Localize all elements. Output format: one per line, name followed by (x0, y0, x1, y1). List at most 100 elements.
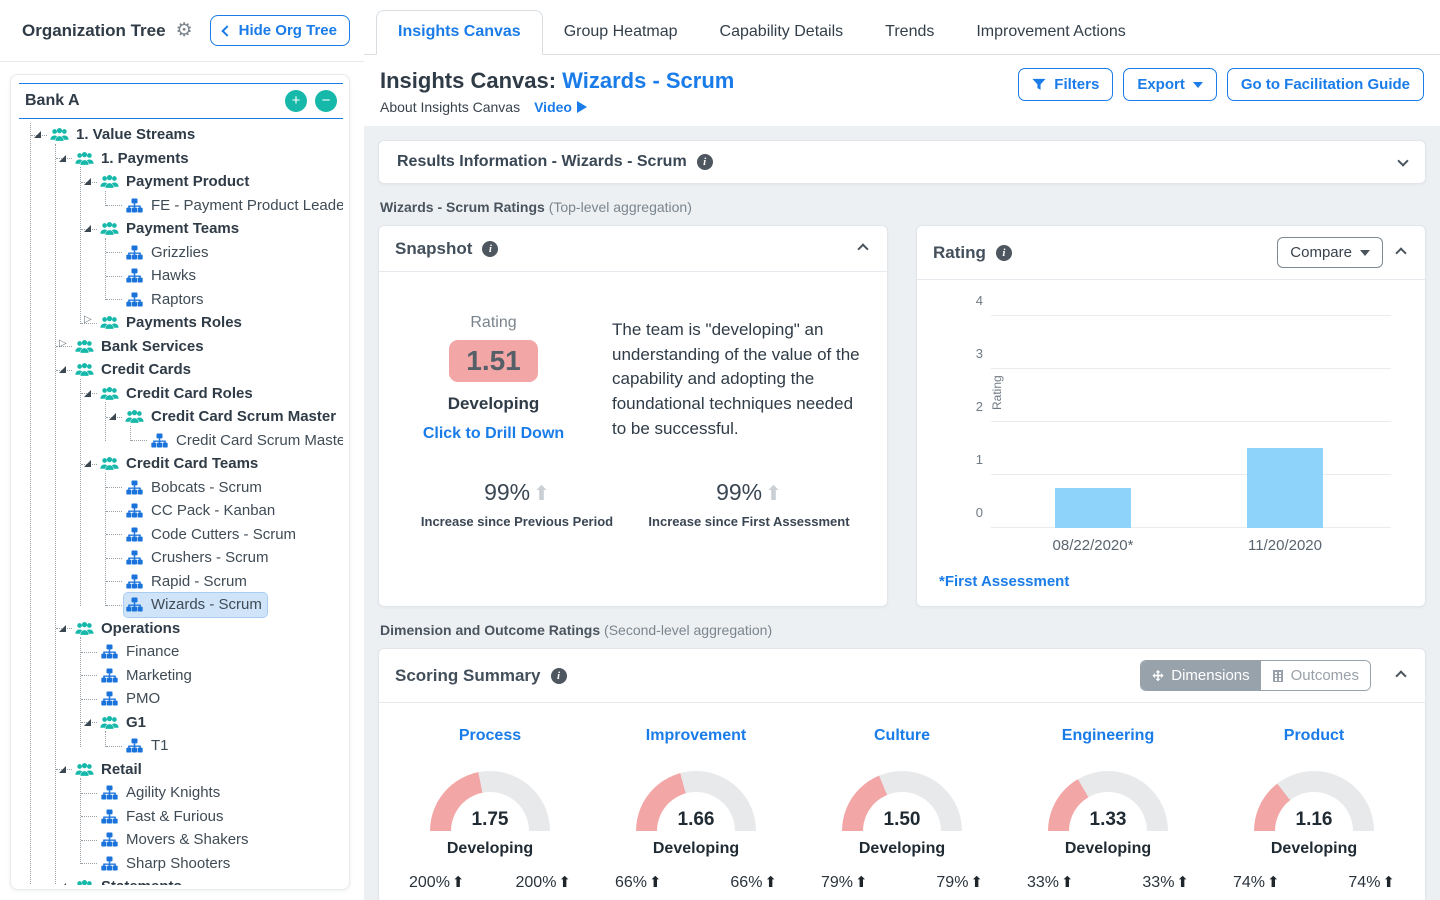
collapse-toggle-icon[interactable] (84, 390, 91, 397)
expand-toggle-icon[interactable]: ▷ (59, 339, 67, 349)
tree-node-payments-roles[interactable]: ▷Payments Roles (99, 311, 247, 335)
tree-node-label: Statements (101, 878, 182, 885)
info-icon[interactable] (551, 668, 567, 684)
tree-root-row[interactable]: Bank A (19, 83, 343, 119)
video-link[interactable]: Video (534, 99, 587, 115)
tree-node-rapid-scrum[interactable]: Rapid - Scrum (124, 570, 252, 594)
tab-insights-canvas[interactable]: Insights Canvas (376, 10, 543, 55)
tab-bar: Insights CanvasGroup HeatmapCapability D… (364, 0, 1440, 55)
about-link[interactable]: About Insights Canvas (380, 99, 520, 115)
expand-all-button[interactable] (285, 90, 307, 112)
tab-improvement-actions[interactable]: Improvement Actions (955, 11, 1146, 54)
dimension-name[interactable]: Culture (799, 727, 1005, 745)
filters-button[interactable]: Filters (1018, 68, 1113, 101)
tree-node-sharp-shooters[interactable]: Sharp Shooters (99, 852, 235, 876)
tree-node-statements[interactable]: Statements (74, 875, 187, 885)
tab-capability-details[interactable]: Capability Details (699, 11, 865, 54)
y-tick-label: 4 (965, 293, 983, 308)
tab-group-heatmap[interactable]: Group Heatmap (543, 11, 699, 54)
tree-node-label: Movers & Shakers (126, 831, 249, 848)
tree-node-raptors[interactable]: Raptors (124, 288, 209, 312)
dimension-gauge-improvement: Improvement 1.66 Developing 66% 66% (593, 727, 799, 892)
rating-collapse-button[interactable] (1393, 241, 1409, 264)
results-information-card[interactable]: Results Information - Wizards - Scrum (378, 140, 1426, 184)
tree-node-retail[interactable]: Retail (74, 758, 147, 782)
info-icon[interactable] (996, 245, 1012, 261)
export-button[interactable]: Export (1123, 68, 1217, 101)
tree-node-fe-payment-product-leaders[interactable]: FE - Payment Product Leaders (124, 194, 343, 218)
collapse-toggle-icon[interactable] (84, 719, 91, 726)
dimensions-icon (1152, 670, 1164, 682)
team-icon (125, 198, 144, 213)
tree-node-credit-card-roles[interactable]: Credit Card Roles (99, 382, 258, 406)
info-icon[interactable] (482, 241, 498, 257)
collapse-toggle-icon[interactable] (59, 366, 66, 373)
collapse-toggle-icon[interactable] (84, 225, 91, 232)
group-icon (75, 879, 94, 885)
tree-node-pmo[interactable]: PMO (99, 687, 165, 711)
collapse-toggle-icon[interactable] (84, 460, 91, 467)
gauge-change-first: 79% (936, 873, 983, 892)
tree-node-crushers-scrum[interactable]: Crushers - Scrum (124, 546, 274, 570)
tree-node-credit-card-scrum-master[interactable]: Credit Card Scrum Master (149, 429, 343, 453)
bar-08-22-2020[interactable] (1055, 488, 1131, 528)
collapse-toggle-icon[interactable] (109, 413, 116, 420)
gauge-change-first: 66% (730, 873, 777, 892)
tree-node-label: Wizards - Scrum (151, 596, 262, 613)
collapse-toggle-icon[interactable] (59, 766, 66, 773)
dimension-name[interactable]: Engineering (1005, 727, 1211, 745)
tree-node-g1[interactable]: G1 (99, 711, 151, 735)
tree-node-credit-cards[interactable]: Credit Cards (74, 358, 196, 382)
gear-icon[interactable]: ⚙ (176, 21, 193, 40)
facilitation-guide-button[interactable]: Go to Facilitation Guide (1227, 68, 1424, 101)
y-tick-label: 3 (965, 346, 983, 361)
chevron-down-icon[interactable] (1397, 155, 1408, 166)
tree-node-bank-services[interactable]: ▷Bank Services (74, 335, 209, 359)
collapse-toggle-icon[interactable] (34, 131, 41, 138)
tree-node-label: Raptors (151, 291, 204, 308)
tree-node-label: CC Pack - Kanban (151, 502, 275, 519)
collapse-toggle-icon[interactable] (59, 625, 66, 632)
snapshot-collapse-button[interactable] (855, 237, 871, 260)
first-assessment-link[interactable]: *First Assessment (939, 573, 1069, 590)
tree-node-t1[interactable]: T1 (124, 734, 174, 758)
info-icon[interactable] (697, 154, 713, 170)
collapse-toggle-icon[interactable] (84, 178, 91, 185)
toggle-dimensions-button[interactable]: Dimensions (1141, 661, 1260, 690)
dimension-name[interactable]: Process (387, 727, 593, 745)
collapse-all-button[interactable] (315, 90, 337, 112)
tree-node-fast-furious[interactable]: Fast & Furious (99, 805, 229, 829)
bar-11-20-2020[interactable] (1247, 448, 1323, 528)
tree-node-cc-pack-kanban[interactable]: CC Pack - Kanban (124, 499, 280, 523)
expand-toggle-icon[interactable]: ▷ (84, 315, 92, 325)
tree-node-credit-card-scrum-master[interactable]: Credit Card Scrum Master (124, 405, 341, 429)
team-icon (100, 644, 119, 659)
hide-org-tree-button[interactable]: Hide Org Tree (210, 15, 350, 46)
compare-button[interactable]: Compare (1277, 237, 1383, 268)
tree-node-finance[interactable]: Finance (99, 640, 184, 664)
tab-trends[interactable]: Trends (864, 11, 955, 54)
tree-node-marketing[interactable]: Marketing (99, 664, 197, 688)
tree-node-code-cutters-scrum[interactable]: Code Cutters - Scrum (124, 523, 301, 547)
collapse-toggle-icon[interactable] (59, 155, 66, 162)
dimension-name[interactable]: Improvement (593, 727, 799, 745)
tree-node-operations[interactable]: Operations (74, 617, 185, 641)
toggle-outcomes-button[interactable]: Outcomes (1261, 661, 1370, 690)
collapse-toggle-icon[interactable] (59, 883, 66, 885)
dimension-name[interactable]: Product (1211, 727, 1417, 745)
tree-root-label: Bank A (25, 92, 80, 110)
team-icon (125, 574, 144, 589)
drill-down-link[interactable]: Click to Drill Down (401, 425, 586, 443)
tree-node-movers-shakers[interactable]: Movers & Shakers (99, 828, 254, 852)
tree-node-grizzlies[interactable]: Grizzlies (124, 241, 214, 265)
scoring-collapse-button[interactable] (1393, 664, 1409, 687)
tree-node-1-payments[interactable]: 1. Payments (74, 147, 194, 171)
tree-node-bobcats-scrum[interactable]: Bobcats - Scrum (124, 476, 267, 500)
tree-node-agility-knights[interactable]: Agility Knights (99, 781, 225, 805)
tree-node-credit-card-teams[interactable]: Credit Card Teams (99, 452, 263, 476)
tree-node-1-value-streams[interactable]: 1. Value Streams (49, 123, 200, 147)
tree-node-payment-product[interactable]: Payment Product (99, 170, 254, 194)
tree-node-payment-teams[interactable]: Payment Teams (99, 217, 244, 241)
tree-node-wizards-scrum[interactable]: Wizards - Scrum (124, 593, 267, 617)
tree-node-hawks[interactable]: Hawks (124, 264, 201, 288)
